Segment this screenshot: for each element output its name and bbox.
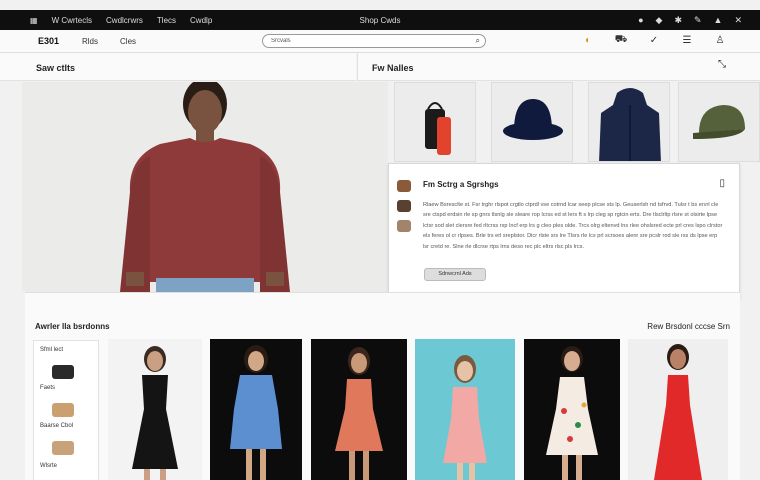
topbar-item[interactable]: Tlecs [157, 16, 176, 25]
product-card[interactable] [524, 339, 620, 480]
top-bar: ▦ W Cwrtecls Cwdlcrwrs Tlecs Cwdlp Shop … [0, 10, 760, 30]
filter-label[interactable]: Baarse Cbol [40, 423, 73, 429]
filter-thumbnail[interactable] [52, 441, 74, 455]
thumbnail-cap[interactable] [678, 82, 760, 162]
check-icon[interactable]: ✓ [646, 35, 662, 46]
thumbnail-bag[interactable] [394, 82, 476, 162]
filter-label[interactable]: Faets [40, 385, 55, 391]
window-title: Shop Cwds [359, 16, 401, 25]
cart-icon[interactable]: ⛟ [613, 34, 629, 47]
left-section-header: Saw ctlts [0, 53, 356, 81]
product-card[interactable] [311, 339, 407, 480]
close-icon[interactable]: ✕ [734, 15, 742, 26]
header-nav: E301 Rlds Cles ⌕ ◐ ⛟ ✓ ☰ ♙ [0, 30, 760, 53]
avatar[interactable] [397, 220, 411, 232]
settings-icon[interactable]: ✱ [674, 15, 682, 26]
nav-item[interactable]: Rlds [82, 37, 98, 46]
nav-item[interactable]: Cles [120, 37, 136, 46]
model-photo [120, 82, 290, 292]
thumbnail-hat[interactable] [491, 82, 573, 162]
avatar[interactable] [397, 200, 411, 212]
topbar-icons: ● ◆ ✱ ✎ ▲ ✕ [638, 15, 742, 26]
alert-icon[interactable]: ▲ [714, 15, 723, 26]
topbar-item[interactable]: W Cwrtecls [52, 16, 92, 25]
right-section-header: Fw Nalles ⤡ [357, 53, 760, 81]
wardrobe-icon[interactable]: ◐ [580, 35, 596, 46]
product-card[interactable] [628, 339, 728, 480]
product-card[interactable] [210, 339, 302, 480]
right-section-title: Fw Nalles [372, 63, 414, 73]
header-tools: ◐ ⛟ ✓ ☰ ♙ [580, 34, 728, 47]
bookmark-icon[interactable]: ▯ [719, 178, 725, 189]
logo[interactable]: E301 [38, 36, 59, 46]
main-nav: Rlds Cles [82, 37, 136, 46]
list-icon[interactable]: ☰ [679, 35, 695, 46]
product-card[interactable] [108, 339, 202, 480]
top-bar-menu: ▦ W Cwrtecls Cwdlcrwrs Tlecs Cwdlp [30, 16, 212, 25]
filter-sidebar: Sfml lect Faets Baarse Cbol Wlsrte [33, 340, 99, 480]
filter-thumbnail[interactable] [52, 365, 74, 379]
bell-icon[interactable]: ● [638, 15, 643, 26]
search-icon[interactable]: ⌕ [476, 36, 480, 46]
pencil-icon[interactable]: ✎ [694, 15, 702, 26]
product-card[interactable] [415, 339, 515, 480]
notification-icon[interactable]: ◆ [656, 15, 663, 26]
avatar[interactable] [397, 180, 411, 192]
detail-title: Fm Sctrg a Sgrshgs [423, 180, 499, 189]
menu-icon[interactable]: ▦ [30, 16, 38, 25]
section-title: Awrler lla bsrdonns [35, 322, 110, 331]
filter-label[interactable]: Sfml lect [40, 347, 63, 353]
detail-description: Rlaew Bsresclte st. Fsr trghr rlspot crg… [423, 202, 723, 250]
expand-icon[interactable]: ⤡ [718, 59, 726, 70]
search-bar[interactable]: ⌕ [262, 34, 486, 48]
filter-thumbnail[interactable] [52, 403, 74, 417]
app-window: ▦ W Cwrtecls Cwdlcrwrs Tlecs Cwdlp Shop … [0, 0, 760, 480]
filter-label[interactable]: Wlsrte [40, 463, 57, 469]
product-detail-card: Fm Sctrg a Sgrshgs ▯ Rlaew Bsresclte st.… [388, 163, 740, 300]
user-icon[interactable]: ♙ [712, 35, 728, 46]
hero-image[interactable] [22, 82, 388, 292]
search-input[interactable] [271, 36, 461, 46]
left-section-title: Saw ctlts [36, 63, 76, 73]
topbar-item[interactable]: Cwdlcrwrs [106, 16, 143, 25]
thumbnail-coat[interactable] [588, 82, 670, 162]
detail-action-button[interactable]: Sdnwcrnl Ads [424, 268, 486, 281]
topbar-item[interactable]: Cwdlp [190, 16, 212, 25]
see-all-link[interactable]: Rew Brsdonl cccse Srn [647, 322, 730, 331]
